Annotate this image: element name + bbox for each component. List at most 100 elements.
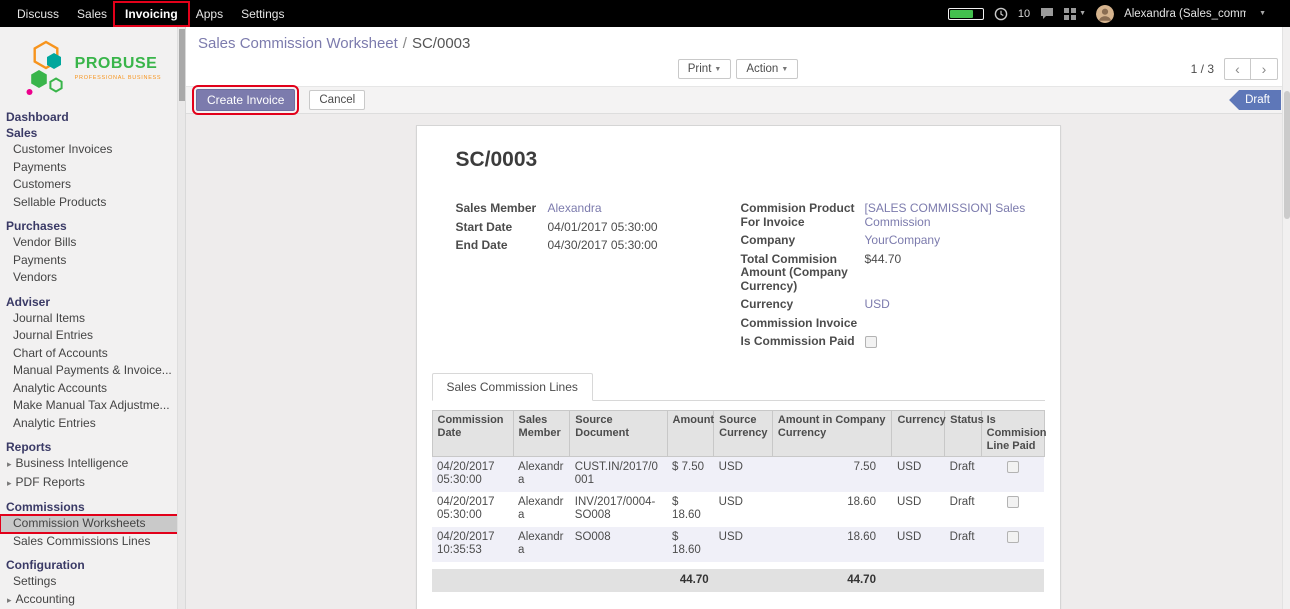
sidebar-item-sales-commissions-lines[interactable]: Sales Commissions Lines bbox=[0, 533, 185, 551]
sidebar-heading-configuration[interactable]: Configuration bbox=[0, 557, 185, 573]
create-invoice-button[interactable]: Create Invoice bbox=[196, 89, 295, 111]
caret-down-icon: ▼ bbox=[714, 66, 721, 73]
caret-down-icon: ▼ bbox=[1079, 10, 1086, 17]
menu-invoicing[interactable]: Invoicing bbox=[116, 4, 187, 24]
sidebar-item-journal-entries[interactable]: Journal Entries bbox=[0, 327, 185, 345]
form-view: SC/0003 Sales Member Alexandra Start Dat… bbox=[186, 114, 1290, 609]
sidebar-heading-reports[interactable]: Reports bbox=[0, 439, 185, 455]
cell-member: Alexandra bbox=[513, 492, 570, 527]
field-value-sales-member[interactable]: Alexandra bbox=[548, 202, 741, 216]
sidebar-item-accounting[interactable]: ▸Accounting bbox=[0, 591, 185, 609]
activity-clock-icon[interactable] bbox=[994, 7, 1008, 21]
menu-apps[interactable]: Apps bbox=[187, 4, 232, 24]
sidebar-item-journal-items[interactable]: Journal Items bbox=[0, 310, 185, 328]
main-layout: PROBUSE PROFESSIONAL BUSINESS Dashboard … bbox=[0, 27, 1290, 609]
messages-icon[interactable] bbox=[1040, 7, 1054, 20]
sidebar-heading-purchases[interactable]: Purchases bbox=[0, 218, 185, 234]
line-paid-checkbox[interactable] bbox=[1007, 496, 1019, 508]
sidebar-heading-dashboard[interactable]: Dashboard bbox=[0, 109, 185, 125]
table-row[interactable]: 04/20/2017 05:30:00 Alexandra INV/2017/0… bbox=[432, 492, 1044, 527]
sidebar-item-business-intelligence[interactable]: ▸Business Intelligence bbox=[0, 455, 185, 474]
sidebar-heading-sales[interactable]: Sales bbox=[0, 125, 185, 141]
sidebar-item-analytic-accounts[interactable]: Analytic Accounts bbox=[0, 380, 185, 398]
field-value-commission-product[interactable]: [SALES COMMISSION] Sales Commission bbox=[865, 202, 1031, 229]
pager-next-button[interactable]: › bbox=[1251, 58, 1278, 80]
menu-sales[interactable]: Sales bbox=[68, 4, 116, 24]
col-header-commission-date[interactable]: Commission Date bbox=[432, 410, 513, 456]
sidebar-item-label: PDF Reports bbox=[16, 475, 85, 489]
table-header-row: Commission Date Sales Member Source Docu… bbox=[432, 410, 1044, 456]
field-value-commission-invoice bbox=[865, 317, 1031, 331]
caret-down-icon: ▼ bbox=[781, 66, 788, 73]
line-paid-checkbox[interactable] bbox=[1007, 531, 1019, 543]
window-scrollbar-thumb[interactable] bbox=[1284, 91, 1290, 219]
app-window: Discuss Sales Invoicing Apps Settings 10… bbox=[0, 0, 1290, 609]
control-panel: Sales Commission Worksheet/SC/0003 Print… bbox=[186, 27, 1290, 86]
menu-discuss[interactable]: Discuss bbox=[8, 4, 68, 24]
line-paid-checkbox[interactable] bbox=[1007, 461, 1019, 473]
sidebar-item-vendors[interactable]: Vendors bbox=[0, 269, 185, 287]
tab-sales-commission-lines[interactable]: Sales Commission Lines bbox=[432, 373, 593, 401]
cell-member: Alexandra bbox=[513, 456, 570, 492]
pager-buttons: ‹ › bbox=[1224, 58, 1278, 80]
field-value-is-commission-paid bbox=[865, 335, 1031, 349]
sidebar-item-customers[interactable]: Customers bbox=[0, 176, 185, 194]
field-label-commission-invoice: Commission Invoice bbox=[741, 317, 859, 331]
field-label-end-date: End Date bbox=[456, 239, 540, 253]
col-header-source-document[interactable]: Source Document bbox=[570, 410, 667, 456]
field-value-currency[interactable]: USD bbox=[865, 298, 1031, 312]
sidebar-item-manual-tax-adjustment[interactable]: Make Manual Tax Adjustme... bbox=[0, 397, 185, 415]
totals-blank bbox=[892, 569, 1044, 592]
menu-settings[interactable]: Settings bbox=[232, 4, 293, 24]
pager-previous-button[interactable]: ‹ bbox=[1224, 58, 1251, 80]
sidebar-heading-adviser[interactable]: Adviser bbox=[0, 294, 185, 310]
user-avatar[interactable] bbox=[1096, 5, 1114, 23]
col-header-source-currency[interactable]: Source Currency bbox=[714, 410, 773, 456]
field-value-company[interactable]: YourCompany bbox=[865, 234, 1031, 248]
cell-amount: $ 7.50 bbox=[667, 456, 714, 492]
sidebar-item-payments-sales[interactable]: Payments bbox=[0, 159, 185, 177]
cancel-button[interactable]: Cancel bbox=[309, 90, 365, 110]
user-menu[interactable]: Alexandra (Sales_comm... bbox=[1124, 8, 1246, 20]
action-button[interactable]: Action ▼ bbox=[736, 59, 798, 79]
sidebar-scrollbar[interactable] bbox=[177, 27, 185, 609]
progress-indicator-icon bbox=[948, 8, 984, 20]
sidebar-item-payments-purchases[interactable]: Payments bbox=[0, 252, 185, 270]
sidebar-item-sellable-products[interactable]: Sellable Products bbox=[0, 194, 185, 212]
sidebar-scrollbar-thumb[interactable] bbox=[179, 29, 185, 101]
field-label-total-commission-amount: Total Commision Amount (Company Currency… bbox=[741, 253, 859, 294]
sidebar-heading-commissions[interactable]: Commissions bbox=[0, 499, 185, 515]
col-header-status[interactable]: Status bbox=[945, 410, 981, 456]
sidebar-item-commission-worksheets[interactable]: Commission Worksheets bbox=[0, 515, 178, 533]
cell-amount: $ 18.60 bbox=[667, 527, 714, 562]
sidebar-item-vendor-bills[interactable]: Vendor Bills bbox=[0, 234, 185, 252]
col-header-amount[interactable]: Amount bbox=[667, 410, 714, 456]
sidebar-item-settings[interactable]: Settings bbox=[0, 573, 185, 591]
is-commission-paid-checkbox[interactable] bbox=[865, 336, 877, 348]
cell-currency: USD bbox=[892, 492, 945, 527]
probuse-hexagons-icon bbox=[24, 39, 68, 97]
total-amount: 44.70 bbox=[667, 569, 714, 592]
logo-subtitle: PROFESSIONAL BUSINESS bbox=[75, 75, 162, 81]
sidebar-nav: Dashboard Sales Customer Invoices Paymen… bbox=[0, 105, 185, 609]
control-panel-row: Print ▼ Action ▼ 1 / 3 ‹ › bbox=[198, 57, 1278, 81]
cell-source-currency: USD bbox=[714, 492, 773, 527]
record-title: SC/0003 bbox=[456, 148, 1045, 172]
sidebar-item-chart-of-accounts[interactable]: Chart of Accounts bbox=[0, 345, 185, 363]
sidebar-item-pdf-reports[interactable]: ▸PDF Reports bbox=[0, 474, 185, 493]
table-row[interactable]: 04/20/2017 05:30:00 Alexandra CUST.IN/20… bbox=[432, 456, 1044, 492]
field-label-sales-member: Sales Member bbox=[456, 202, 540, 216]
sidebar-item-manual-payments[interactable]: Manual Payments & Invoice... bbox=[0, 362, 185, 380]
col-header-sales-member[interactable]: Sales Member bbox=[513, 410, 570, 456]
sidebar-item-analytic-entries[interactable]: Analytic Entries bbox=[0, 415, 185, 433]
print-button[interactable]: Print ▼ bbox=[678, 59, 732, 79]
col-header-amount-company-currency[interactable]: Amount in Company Currency bbox=[772, 410, 892, 456]
table-row[interactable]: 04/20/2017 10:35:53 Alexandra SO008 $ 18… bbox=[432, 527, 1044, 562]
sidebar-item-customer-invoices[interactable]: Customer Invoices bbox=[0, 141, 185, 159]
col-header-currency[interactable]: Currency bbox=[892, 410, 945, 456]
breadcrumb-parent-link[interactable]: Sales Commission Worksheet bbox=[198, 35, 398, 52]
logo-title: PROBUSE bbox=[75, 55, 162, 73]
debug-grid-icon[interactable]: ▼ bbox=[1064, 8, 1086, 20]
col-header-line-paid[interactable]: Is Commision Line Paid bbox=[981, 410, 1044, 456]
window-scrollbar[interactable] bbox=[1282, 27, 1290, 609]
